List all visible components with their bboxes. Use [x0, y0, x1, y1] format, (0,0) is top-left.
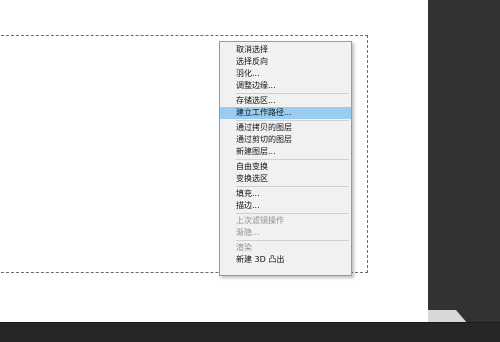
- menu-item-select-inverse[interactable]: 选择反向: [220, 56, 351, 68]
- menu-item-save-selection[interactable]: 存储选区...: [220, 95, 351, 107]
- right-panel: [428, 0, 500, 322]
- context-menu: 取消选择 选择反向 羽化... 调整边缘... 存储选区... 建立工作路径..…: [219, 41, 352, 276]
- menu-item-new-3d-extrusion[interactable]: 新建 3D 凸出: [220, 254, 351, 266]
- menu-item-render: 渲染: [236, 243, 252, 252]
- bottom-bar: [0, 322, 500, 342]
- menu-item-new-layer[interactable]: 新建图层...: [220, 146, 351, 158]
- menu-separator: [236, 159, 349, 160]
- document-canvas[interactable]: [0, 0, 428, 322]
- menu-item-free-transform[interactable]: 自由变换: [220, 161, 351, 173]
- menu-item-last-filter: 上次滤镜操作: [236, 216, 284, 225]
- menu-item-layer-via-cut[interactable]: 通过剪切的图层: [220, 134, 351, 146]
- menu-item-deselect[interactable]: 取消选择: [220, 44, 351, 56]
- menu-item-transform-selection[interactable]: 变换选区: [220, 173, 351, 185]
- menu-separator: [236, 186, 349, 187]
- menu-separator: [236, 240, 349, 241]
- menu-separator: [236, 93, 349, 94]
- menu-item-refine-edge[interactable]: 调整边缘...: [220, 80, 351, 92]
- menu-item-layer-via-copy[interactable]: 通过拷贝的图层: [220, 122, 351, 134]
- menu-separator: [236, 213, 349, 214]
- menu-separator: [236, 120, 349, 121]
- menu-item-fade: 渐隐...: [236, 228, 260, 237]
- menu-item-make-work-path[interactable]: 建立工作路径...: [220, 107, 351, 119]
- menu-item-stroke[interactable]: 描边...: [220, 200, 351, 212]
- menu-item-fill[interactable]: 填充...: [220, 188, 351, 200]
- menu-item-feather[interactable]: 羽化...: [220, 68, 351, 80]
